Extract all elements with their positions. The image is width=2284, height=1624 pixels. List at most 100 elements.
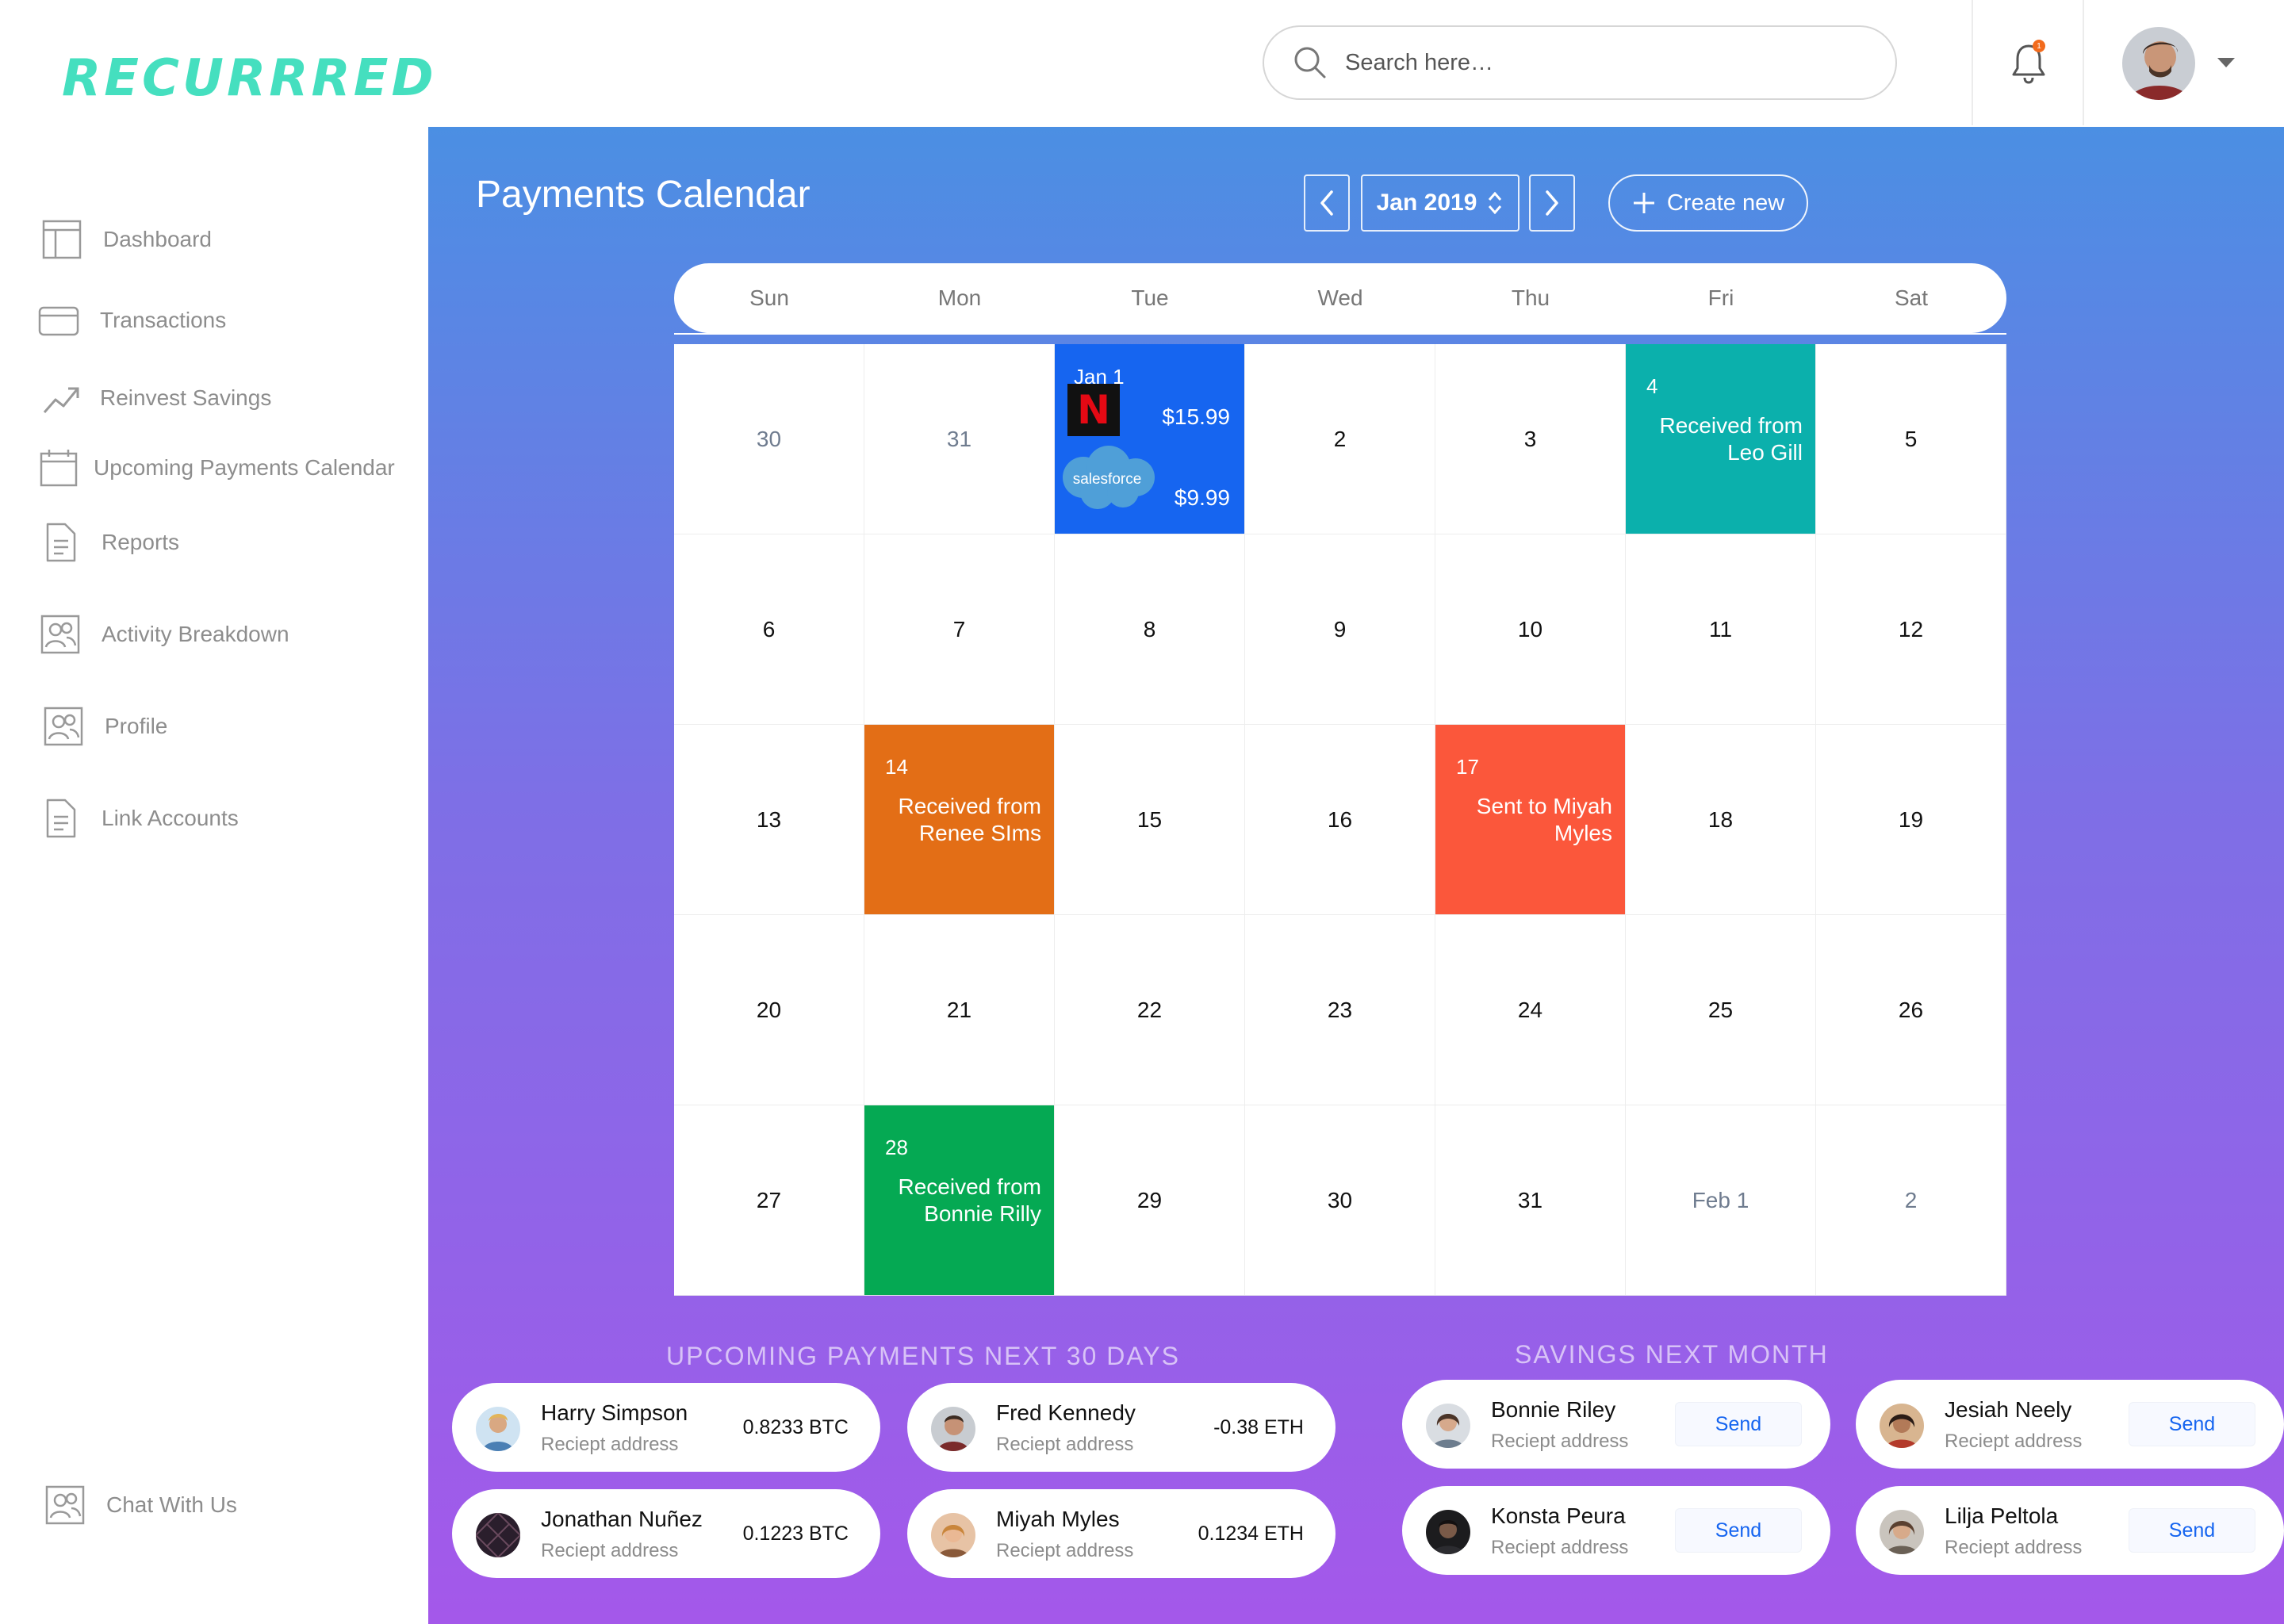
calendar-event-jan-17[interactable]: 17 Sent to Miyah Myles bbox=[1435, 725, 1626, 915]
chat-label: Chat With Us bbox=[106, 1492, 237, 1517]
calendar-day[interactable]: 7 bbox=[864, 534, 1055, 725]
dashboard-icon bbox=[42, 220, 82, 259]
calendar-day[interactable]: 21 bbox=[864, 915, 1055, 1105]
netflix-amount: $15.99 bbox=[1162, 404, 1230, 429]
send-button[interactable]: Send bbox=[2129, 1508, 2255, 1553]
send-button[interactable]: Send bbox=[2129, 1402, 2255, 1446]
savings-item[interactable]: Jesiah Neely Reciept address Send bbox=[1856, 1380, 2284, 1469]
sidebar-item-transactions[interactable]: Transactions bbox=[38, 300, 226, 341]
create-new-button[interactable]: Create new bbox=[1608, 174, 1808, 232]
sidebar-item-activity-breakdown[interactable]: Activity Breakdown bbox=[40, 614, 289, 655]
upcoming-payment-item[interactable]: Harry Simpson Reciept address 0.8233 BTC bbox=[452, 1383, 880, 1472]
sidebar-item-link-accounts[interactable]: Link Accounts bbox=[40, 798, 239, 839]
calendar-day[interactable]: 15 bbox=[1055, 725, 1245, 915]
calendar-day[interactable]: 29 bbox=[1055, 1105, 1245, 1296]
calendar-day[interactable]: 19 bbox=[1816, 725, 2006, 915]
savings-item[interactable]: Bonnie Riley Reciept address Send bbox=[1402, 1380, 1830, 1469]
prev-month-button[interactable] bbox=[1304, 174, 1350, 232]
user-avatar[interactable] bbox=[2122, 27, 2195, 100]
calendar-day[interactable]: 30 bbox=[674, 344, 864, 534]
upcoming-payment-item[interactable]: Fred Kennedy Reciept address -0.38 ETH bbox=[907, 1383, 1336, 1472]
calendar-day[interactable]: 10 bbox=[1435, 534, 1626, 725]
sidebar-item-reinvest-savings[interactable]: Reinvest Savings bbox=[41, 377, 271, 419]
sidebar-item-label: Dashboard bbox=[103, 227, 212, 251]
search-icon bbox=[1294, 47, 1326, 79]
app-logo[interactable]: RECURRRED bbox=[62, 49, 437, 108]
calendar-event-jan-1[interactable]: Jan 1 N $15.99 salesforce $9.99 bbox=[1055, 344, 1245, 534]
next-month-button[interactable] bbox=[1529, 174, 1575, 232]
event-line: Renee SIms bbox=[918, 821, 1041, 845]
calendar-day[interactable]: 25 bbox=[1626, 915, 1816, 1105]
receipt-address: Reciept address bbox=[1945, 1537, 2083, 1558]
chevron-left-icon bbox=[1320, 190, 1333, 216]
savings-item[interactable]: Lilja Peltola Reciept address Send bbox=[1856, 1486, 2284, 1575]
calendar-day[interactable]: 16 bbox=[1245, 725, 1435, 915]
sidebar-item-label: Upcoming Payments Calendar bbox=[94, 455, 395, 480]
calendar-day[interactable]: 31 bbox=[864, 344, 1055, 534]
event-description: Received from Leo Gill bbox=[1659, 412, 1803, 466]
payment-amount: 0.8233 BTC bbox=[742, 1416, 849, 1438]
calendar-day[interactable]: 27 bbox=[674, 1105, 864, 1296]
sidebar-item-label: Activity Breakdown bbox=[102, 622, 289, 646]
event-line: Myles bbox=[1554, 821, 1612, 845]
sidebar-item-reports[interactable]: Reports bbox=[40, 522, 179, 563]
page-title: Payments Calendar bbox=[476, 174, 811, 216]
calendar-day[interactable]: 9 bbox=[1245, 534, 1435, 725]
calendar-day[interactable]: 12 bbox=[1816, 534, 2006, 725]
weekday-label: Sun bbox=[749, 285, 789, 310]
sort-arrows-icon bbox=[1489, 191, 1502, 215]
calendar-day[interactable]: 13 bbox=[674, 725, 864, 915]
savings-next-month-title: SAVINGS NEXT MONTH bbox=[1515, 1340, 1829, 1369]
avatar bbox=[931, 1407, 975, 1451]
calendar-event-jan-28[interactable]: 28 Received from Bonnie Rilly bbox=[864, 1105, 1055, 1296]
event-description: Received from Bonnie Rilly bbox=[898, 1174, 1041, 1228]
event-line: Received from bbox=[1659, 413, 1803, 438]
calendar-day[interactable]: 24 bbox=[1435, 915, 1626, 1105]
chat-with-us-button[interactable]: Chat With Us bbox=[44, 1484, 237, 1526]
sidebar-item-label: Reports bbox=[102, 530, 180, 554]
calendar-day[interactable]: 30 bbox=[1245, 1105, 1435, 1296]
receipt-address: Reciept address bbox=[1491, 1431, 1629, 1452]
calendar-day[interactable]: 11 bbox=[1626, 534, 1816, 725]
send-button[interactable]: Send bbox=[1675, 1508, 1802, 1553]
month-value: Jan 2019 bbox=[1376, 190, 1477, 216]
sidebar-item-upcoming-payments-calendar[interactable]: Upcoming Payments Calendar bbox=[38, 447, 395, 488]
calendar-event-jan-4[interactable]: 4 Received from Leo Gill bbox=[1626, 344, 1816, 534]
receipt-address: Reciept address bbox=[1945, 1431, 2083, 1452]
send-button[interactable]: Send bbox=[1675, 1402, 1802, 1446]
upcoming-payment-item[interactable]: Jonathan Nuñez Reciept address 0.1223 BT… bbox=[452, 1489, 880, 1578]
savings-item[interactable]: Konsta Peura Reciept address Send bbox=[1402, 1486, 1830, 1575]
calendar-event-jan-14[interactable]: 14 Received from Renee SIms bbox=[864, 725, 1055, 915]
calendar-day[interactable]: 20 bbox=[674, 915, 864, 1105]
month-select[interactable]: Jan 2019 bbox=[1361, 174, 1519, 232]
chevron-down-icon[interactable] bbox=[2216, 56, 2236, 70]
calendar-day[interactable]: 26 bbox=[1816, 915, 2006, 1105]
chevron-right-icon bbox=[1546, 190, 1558, 216]
avatar bbox=[476, 1513, 520, 1557]
calendar-day[interactable]: 2 bbox=[1816, 1105, 2006, 1296]
weekday-label: Fri bbox=[1707, 285, 1734, 310]
calendar-day[interactable]: Feb 1 bbox=[1626, 1105, 1816, 1296]
payee-name: Harry Simpson bbox=[541, 1400, 688, 1425]
calendar-day[interactable]: 5 bbox=[1816, 344, 2006, 534]
calendar-day[interactable]: 18 bbox=[1626, 725, 1816, 915]
calendar-day[interactable]: 3 bbox=[1435, 344, 1626, 534]
netflix-logo-icon: N bbox=[1067, 384, 1120, 436]
calendar-day[interactable]: 31 bbox=[1435, 1105, 1626, 1296]
sidebar-item-profile[interactable]: Profile bbox=[43, 706, 167, 747]
calendar-day[interactable]: 8 bbox=[1055, 534, 1245, 725]
search-bar[interactable] bbox=[1263, 25, 1897, 100]
sidebar-item-label: Link Accounts bbox=[102, 806, 239, 830]
calendar-day[interactable]: 23 bbox=[1245, 915, 1435, 1105]
receipt-address: Reciept address bbox=[541, 1434, 679, 1455]
sidebar-item-dashboard[interactable]: Dashboard bbox=[41, 219, 212, 260]
upcoming-payment-item[interactable]: Miyah Myles Reciept address 0.1234 ETH bbox=[907, 1489, 1336, 1578]
trend-up-icon bbox=[43, 387, 79, 413]
payment-amount: -0.38 ETH bbox=[1213, 1416, 1304, 1438]
calendar-day[interactable]: 2 bbox=[1245, 344, 1435, 534]
users-icon bbox=[40, 615, 80, 654]
users-icon bbox=[44, 707, 83, 746]
calendar-day[interactable]: 6 bbox=[674, 534, 864, 725]
calendar-day[interactable]: 22 bbox=[1055, 915, 1245, 1105]
search-input[interactable] bbox=[1345, 49, 1821, 76]
